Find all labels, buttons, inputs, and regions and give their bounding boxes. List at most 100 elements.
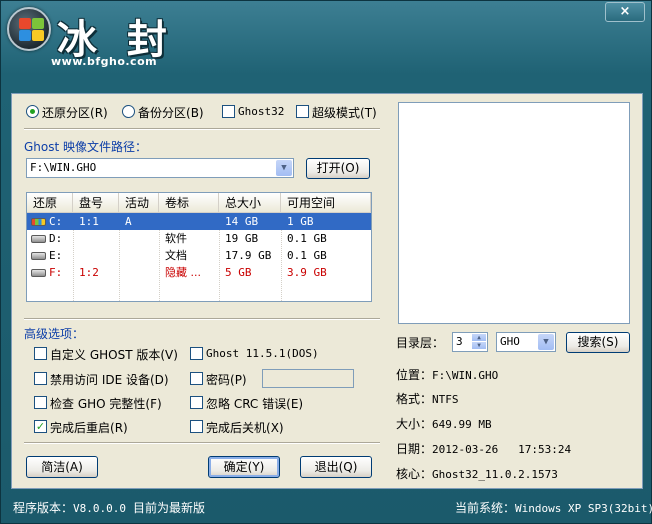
shutdown-label: 完成后关机 xyxy=(206,421,267,435)
size-value: 649.99 MB xyxy=(432,418,492,431)
custom-ghost-label: 自定义 GHOST 版本 xyxy=(50,348,161,362)
date-label: 日期： xyxy=(396,442,433,456)
row-free: 0.1 GB xyxy=(287,232,327,245)
disable-ide-key: (D) xyxy=(150,373,169,387)
main-window: 冰 封 www.bfgho.com × 还原分区(R) 备份分区(B) Ghos… xyxy=(0,0,652,524)
table-row[interactable]: C: 1:1 A 14 GB 1 GB xyxy=(27,213,371,230)
backup-key: (B) xyxy=(186,106,204,120)
search-button[interactable]: 搜索(S) xyxy=(566,332,630,353)
shutdown-checkbox[interactable] xyxy=(190,420,203,433)
image-path-value: F:\WIN.GHO xyxy=(30,161,97,174)
row-drive: E: xyxy=(49,249,63,262)
chevron-down-icon[interactable]: ▼ xyxy=(276,160,292,176)
windows-logo-icon xyxy=(7,7,51,51)
password-checkbox[interactable] xyxy=(190,372,203,385)
extension-combo[interactable]: GHO ▼ xyxy=(496,332,556,352)
ignore-crc-label: 忽略 CRC 错误 xyxy=(206,397,287,411)
spin-down-icon[interactable]: ▼ xyxy=(472,342,486,350)
preview-area xyxy=(398,102,630,324)
row-disk: 1:2 xyxy=(79,266,99,279)
backup-radio[interactable] xyxy=(122,105,135,118)
exit-button[interactable]: 退出(Q) xyxy=(300,456,372,478)
ok-button[interactable]: 确定(Y) xyxy=(208,456,280,478)
chevron-down-icon[interactable]: ▼ xyxy=(538,334,554,350)
system-status: 当前系统：Windows XP SP3(32bit) xyxy=(455,499,652,516)
row-total: 19 GB xyxy=(225,232,259,245)
check-gho-key: (F) xyxy=(145,397,162,411)
row-total: 14 GB xyxy=(225,215,259,228)
col-total[interactable]: 总大小 xyxy=(219,193,281,213)
depth-value: 3 xyxy=(456,335,463,348)
col-disk[interactable]: 盘号 xyxy=(73,193,119,213)
col-label[interactable]: 卷标 xyxy=(159,193,219,213)
row-label: 软件 xyxy=(165,232,187,245)
disable-ide-checkbox[interactable] xyxy=(34,372,47,385)
col-free[interactable]: 可用空间 xyxy=(281,193,371,213)
location-value: F:\WIN.GHO xyxy=(432,369,499,382)
super-mode-label: 超级模式 xyxy=(312,106,361,120)
password-input[interactable] xyxy=(262,369,354,388)
advanced-title: 高级选项： xyxy=(24,327,85,341)
custom-ghost-key: (V) xyxy=(160,348,178,362)
table-row[interactable]: F: 1:2 隐藏 ... 5 GB 3.9 GB xyxy=(27,264,371,281)
size-label: 大小： xyxy=(396,417,433,431)
spin-up-icon[interactable]: ▲ xyxy=(472,334,486,342)
restore-radio[interactable] xyxy=(26,105,39,118)
password-label: 密码 xyxy=(206,373,231,387)
extension-value: GHO xyxy=(500,335,520,348)
super-mode-checkbox[interactable] xyxy=(296,105,309,118)
format-value: NTFS xyxy=(432,393,459,406)
ghost-version-checkbox[interactable] xyxy=(190,347,203,360)
version-value: V8.0.0.0 xyxy=(73,502,126,515)
password-key: (P) xyxy=(230,373,247,387)
partition-table[interactable]: 还原 盘号 活动 卷标 总大小 可用空间 C: 1:1 A 14 GB 1 GB xyxy=(26,192,372,302)
restore-key: (R) xyxy=(90,106,108,120)
drive-icon xyxy=(31,269,46,277)
system-value: Windows XP SP3(32bit) xyxy=(515,502,652,515)
check-gho-checkbox[interactable] xyxy=(34,396,47,409)
restore-label: 还原分区 xyxy=(42,106,91,120)
image-path-combo[interactable]: F:\WIN.GHO ▼ xyxy=(26,158,294,178)
drive-icon xyxy=(31,252,46,260)
table-row[interactable]: D: 软件 19 GB 0.1 GB xyxy=(27,230,371,247)
latest-status: 目前为最新版 xyxy=(133,501,206,515)
reboot-key: (R) xyxy=(110,421,128,435)
system-label: 当前系统： xyxy=(455,501,516,515)
row-drive: F: xyxy=(49,266,63,279)
col-active[interactable]: 活动 xyxy=(119,193,159,213)
simple-button[interactable]: 简洁(A) xyxy=(26,456,98,478)
separator xyxy=(24,128,380,130)
separator xyxy=(24,318,380,320)
row-total: 17.9 GB xyxy=(225,249,272,262)
col-restore[interactable]: 还原 xyxy=(27,193,73,213)
row-disk: 1:1 xyxy=(79,215,99,228)
date-value: 2012-03-26 17:53:24 xyxy=(432,443,572,456)
shutdown-key: (X) xyxy=(266,421,284,435)
table-row[interactable]: E: 文档 17.9 GB 0.1 GB xyxy=(27,247,371,264)
depth-label: 目录层： xyxy=(396,336,445,350)
super-mode-key: (T) xyxy=(360,106,377,120)
version-status: 程序版本：V8.0.0.0 xyxy=(13,499,126,516)
ghost32-checkbox[interactable] xyxy=(222,105,235,118)
ghost-version-key: (DOS) xyxy=(285,347,319,360)
reboot-checkbox[interactable]: ✓ xyxy=(34,420,47,433)
custom-ghost-checkbox[interactable] xyxy=(34,347,47,360)
row-drive: C: xyxy=(49,215,63,228)
close-button[interactable]: × xyxy=(605,2,645,22)
location-label: 位置： xyxy=(396,368,433,382)
row-drive: D: xyxy=(49,232,63,245)
depth-spinner[interactable]: 3 ▲ ▼ xyxy=(452,332,488,352)
row-free: 1 GB xyxy=(287,215,314,228)
reboot-label: 完成后重启 xyxy=(50,421,111,435)
core-value: Ghost32_11.0.2.1573 xyxy=(432,468,558,481)
format-label: 格式： xyxy=(396,392,433,406)
row-free: 3.9 GB xyxy=(287,266,327,279)
ignore-crc-checkbox[interactable] xyxy=(190,396,203,409)
open-button[interactable]: 打开(O) xyxy=(306,158,370,179)
row-active: A xyxy=(125,215,132,228)
ghost-version-label: Ghost 11.5.1 xyxy=(206,347,286,360)
main-panel: 还原分区(R) 备份分区(B) Ghost32 超级模式(T) Ghost 映像… xyxy=(11,93,643,489)
ghost32-label: Ghost32 xyxy=(238,105,285,118)
row-label: 文档 xyxy=(165,249,187,262)
drive-icon xyxy=(31,235,46,243)
